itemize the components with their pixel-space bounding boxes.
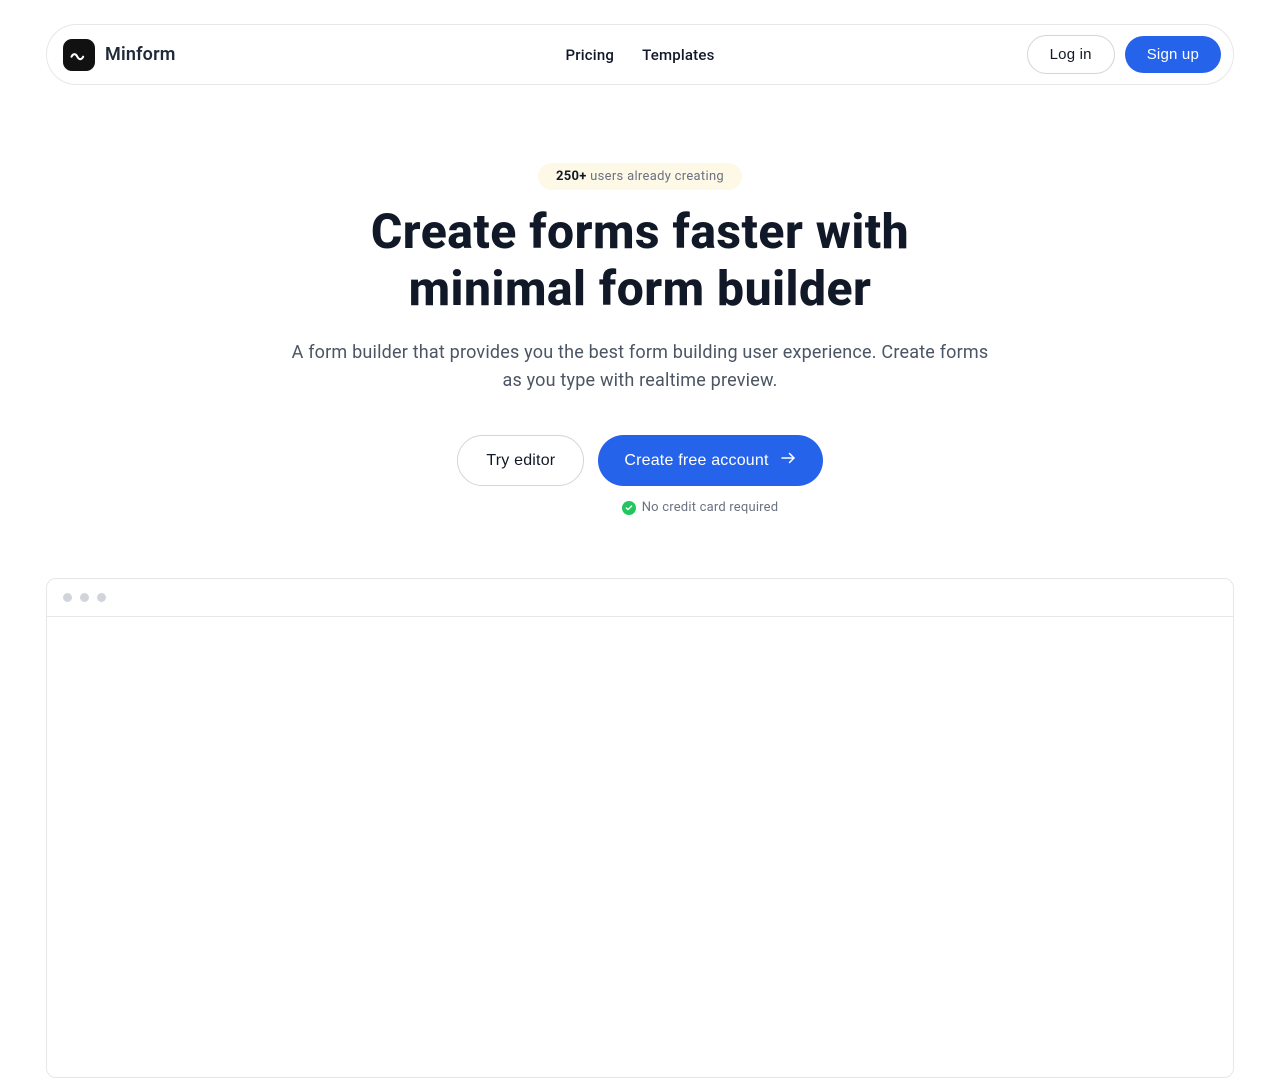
create-account-label: Create free account (624, 452, 768, 470)
create-account-button[interactable]: Create free account (598, 435, 822, 486)
user-count-badge: 250+ users already creating (538, 163, 742, 190)
arrow-right-icon (779, 449, 797, 472)
cta-row: Try editor Create free account (190, 435, 1090, 486)
badge-count: 250+ (556, 169, 587, 184)
hero-title: Create forms faster with minimal form bu… (190, 204, 1090, 317)
brand-name: Minform (105, 44, 176, 65)
cta-note: No credit card required (622, 500, 779, 515)
window-dot-icon (80, 593, 89, 602)
window-dot-icon (63, 593, 72, 602)
hero-title-line1: Create forms faster with (371, 203, 909, 260)
navbar: Minform Pricing Templates Log in Sign up (46, 24, 1234, 85)
badge-text: users already creating (590, 169, 724, 184)
hero-title-line2: minimal form builder (409, 260, 872, 317)
brand-logo-icon (63, 39, 95, 71)
hero-section: 250+ users already creating Create forms… (190, 85, 1090, 516)
hero-subtitle: A form builder that provides you the bes… (290, 339, 990, 395)
signup-button[interactable]: Sign up (1125, 36, 1221, 73)
demo-titlebar (47, 579, 1233, 617)
nav-links: Pricing Templates (565, 46, 714, 64)
nav-link-pricing[interactable]: Pricing (565, 46, 614, 64)
try-editor-button[interactable]: Try editor (457, 435, 584, 486)
brand[interactable]: Minform (63, 39, 176, 71)
check-circle-icon (622, 501, 636, 515)
nav-auth: Log in Sign up (1027, 35, 1221, 74)
nav-link-templates[interactable]: Templates (642, 46, 714, 64)
login-button[interactable]: Log in (1027, 35, 1115, 74)
cta-note-text: No credit card required (642, 500, 779, 515)
demo-window (46, 578, 1234, 1078)
window-dot-icon (97, 593, 106, 602)
